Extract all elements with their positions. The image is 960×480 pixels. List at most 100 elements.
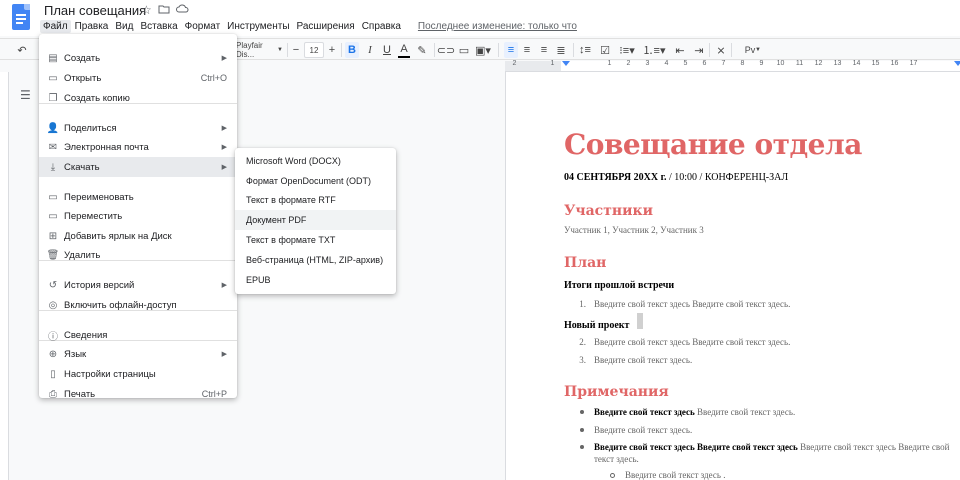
menu-item-label: История версий (64, 279, 135, 291)
menu-tools[interactable]: Инструменты (224, 20, 292, 33)
file-menu-item[interactable]: ⤓ Скачать ▶ (39, 157, 237, 177)
star-icon[interactable]: ☆ (141, 3, 152, 18)
clear-formatting-icon[interactable]: ⨯ (714, 42, 728, 58)
line-spacing-icon[interactable]: ↕≡ (578, 42, 592, 58)
font-size-decrease-icon[interactable]: − (290, 42, 302, 58)
participants-text[interactable]: Участник 1, Участник 2, Участник 3 (564, 225, 704, 235)
highlight-color-icon[interactable]: ✎ (416, 42, 428, 58)
menu-edit[interactable]: Правка (72, 20, 112, 33)
move-icon: ▭ (48, 210, 58, 222)
align-right-icon[interactable]: ≡ (538, 42, 550, 58)
file-menu-item[interactable]: 👤 Поделиться ▶ (39, 118, 237, 138)
decrease-indent-icon[interactable]: ⇤ (673, 42, 687, 58)
file-menu-item[interactable]: ▭ Переименовать (39, 187, 237, 207)
bullet-item[interactable]: Введите свой текст здесь Введите свой те… (580, 406, 950, 418)
bullet-item[interactable]: Введите свой текст здесь. (580, 424, 950, 436)
image-icon[interactable]: ▣▾ (475, 42, 491, 58)
file-menu-item[interactable]: ▯ Настройки страницы (39, 364, 237, 384)
file-menu: ▤ Создать ▶ ▭ Открыть Ctrl+O ❐ Создать копию 👤 По… (39, 34, 237, 400)
horizontal-ruler[interactable]: 2 1 1 2 3 4 5 6 7 8 9 10 11 12 13 14 15 16 17 (505, 60, 960, 72)
file-menu-item[interactable]: ⊞ Добавить ярлык на Диск (39, 226, 237, 246)
ruler-tick-label: 3 (645, 60, 650, 67)
menu-view[interactable]: Вид (112, 20, 136, 33)
file-menu-item[interactable]: ✉ Электронная почта ▶ (39, 137, 237, 157)
download-icon: ⤓ (50, 161, 56, 173)
cloud-saved-icon[interactable] (175, 3, 189, 18)
list-item[interactable]: 3. Введите свой текст здесь. (576, 355, 692, 365)
download-format-item[interactable]: Веб-страница (HTML, ZIP-архив) (235, 250, 396, 270)
font-select[interactable]: Playfair Dis... (236, 41, 276, 59)
increase-indent-icon[interactable]: ⇥ (692, 42, 706, 58)
text-color-icon[interactable]: A (398, 42, 410, 58)
menu-format[interactable]: Формат (182, 20, 224, 33)
file-menu-item[interactable]: ⊕ Язык ▶ (39, 344, 237, 364)
menu-help[interactable]: Справка (359, 20, 404, 33)
meeting-info[interactable]: 04 СЕНТЯБРЯ 20ХХ г. / 10:00 / КОНФЕРЕНЦ-… (564, 172, 788, 183)
document-title[interactable]: План совещания (44, 3, 146, 18)
bullet-icon (580, 410, 584, 414)
file-menu-item[interactable]: ⎙ Печать Ctrl+P (39, 384, 237, 404)
plan-heading[interactable]: План (564, 255, 606, 271)
file-menu-item[interactable]: ↺ История версий ▶ (39, 275, 237, 295)
ruler-tick-label: 16 (890, 60, 899, 67)
download-format-item[interactable]: EPUB (235, 270, 396, 290)
docs-logo-icon[interactable] (12, 4, 30, 30)
move-folder-icon[interactable] (158, 3, 170, 18)
menu-insert[interactable]: Вставка (137, 20, 180, 33)
notes-heading[interactable]: Примечания (564, 384, 669, 400)
font-size-input[interactable]: 12 (304, 42, 324, 58)
align-left-icon[interactable]: ≡ (504, 42, 518, 58)
download-format-item[interactable]: Документ PDF (235, 210, 396, 230)
download-format-item[interactable]: Текст в формате TXT (235, 230, 396, 250)
file-menu-item[interactable]: ▭ Открыть Ctrl+O (39, 68, 237, 88)
file-menu-item[interactable]: ▭ Переместить (39, 206, 237, 226)
new-project-heading[interactable]: Новый проект (564, 320, 629, 331)
link-icon[interactable]: ⊂⊃ (437, 42, 455, 58)
menu-file[interactable]: Файл (40, 20, 71, 33)
undo-icon[interactable]: ↶ (15, 42, 29, 58)
numbered-list-icon[interactable]: ⒈≡▾ (643, 42, 666, 58)
italic-icon[interactable]: I (364, 42, 376, 58)
participants-heading[interactable]: Участники (564, 203, 653, 219)
download-format-item[interactable]: Формат OpenDocument (ODT) (235, 171, 396, 191)
file-menu-item[interactable]: ⓘ Сведения (39, 325, 237, 345)
file-menu-item[interactable]: ▤ Создать ▶ (39, 48, 237, 68)
info-icon: ⓘ (48, 331, 58, 343)
list-item[interactable]: 1. Введите свой текст здесь Введите свой … (576, 299, 790, 309)
file-menu-item[interactable]: ◎ Включить офлайн-доступ (39, 295, 237, 315)
comment-icon[interactable]: ▭ (458, 42, 470, 58)
menu-item-label: Удалить (64, 249, 101, 261)
ruler-tick-label: 2 (512, 60, 517, 67)
left-indent-marker-icon[interactable] (562, 61, 570, 66)
checklist-icon[interactable]: ☑ (598, 42, 612, 58)
file-menu-item[interactable]: ❐ Создать копию (39, 88, 237, 108)
file-menu-item[interactable]: 🗑 Удалить (39, 245, 237, 265)
download-format-item[interactable]: Microsoft Word (DOCX) (235, 151, 396, 171)
right-indent-marker-icon[interactable] (954, 61, 960, 66)
underline-icon[interactable]: U (381, 42, 393, 58)
menu-item-label: Переместить (64, 210, 123, 222)
last-edit-link[interactable]: Последнее изменение: только что (415, 20, 580, 33)
document-heading[interactable]: Совещание отдела (564, 128, 862, 161)
font-size-increase-icon[interactable]: + (326, 42, 338, 58)
download-format-item[interactable]: Текст в формате RTF (235, 191, 396, 211)
list-item[interactable]: 2. Введите свой текст здесь Введите свой … (576, 337, 790, 347)
title-actions: ☆ (141, 3, 189, 18)
align-center-icon[interactable]: ≡ (521, 42, 533, 58)
bullet-item[interactable]: Введите свой текст здесь Введите свой те… (580, 441, 950, 465)
menu-shortcut: Ctrl+P (201, 389, 227, 399)
ruler-tick-label: 11 (795, 60, 804, 67)
rename-icon: ▭ (48, 191, 58, 203)
font-chevron-down-icon[interactable]: ▼ (276, 42, 284, 58)
download-submenu: Microsoft Word (DOCX) Формат OpenDocument… (235, 148, 396, 294)
align-justify-icon[interactable]: ≣ (555, 42, 567, 58)
spellcheck-chevron-down-icon[interactable]: ▼ (754, 42, 762, 58)
prev-meeting-heading[interactable]: Итоги прошлой встречи (564, 280, 674, 291)
sub-bullet-item[interactable]: Введите свой текст здесь . (610, 469, 960, 480)
document-page[interactable]: Совещание отдела 04 СЕНТЯБРЯ 20ХХ г. / 1… (505, 72, 960, 480)
document-outline-icon[interactable]: ☰ (20, 88, 31, 102)
ruler-tick-label: 15 (871, 60, 880, 67)
menu-extensions[interactable]: Расширения (294, 20, 358, 33)
bulleted-list-icon[interactable]: ⁝≡▾ (618, 42, 636, 58)
bold-icon[interactable]: B (345, 42, 359, 58)
